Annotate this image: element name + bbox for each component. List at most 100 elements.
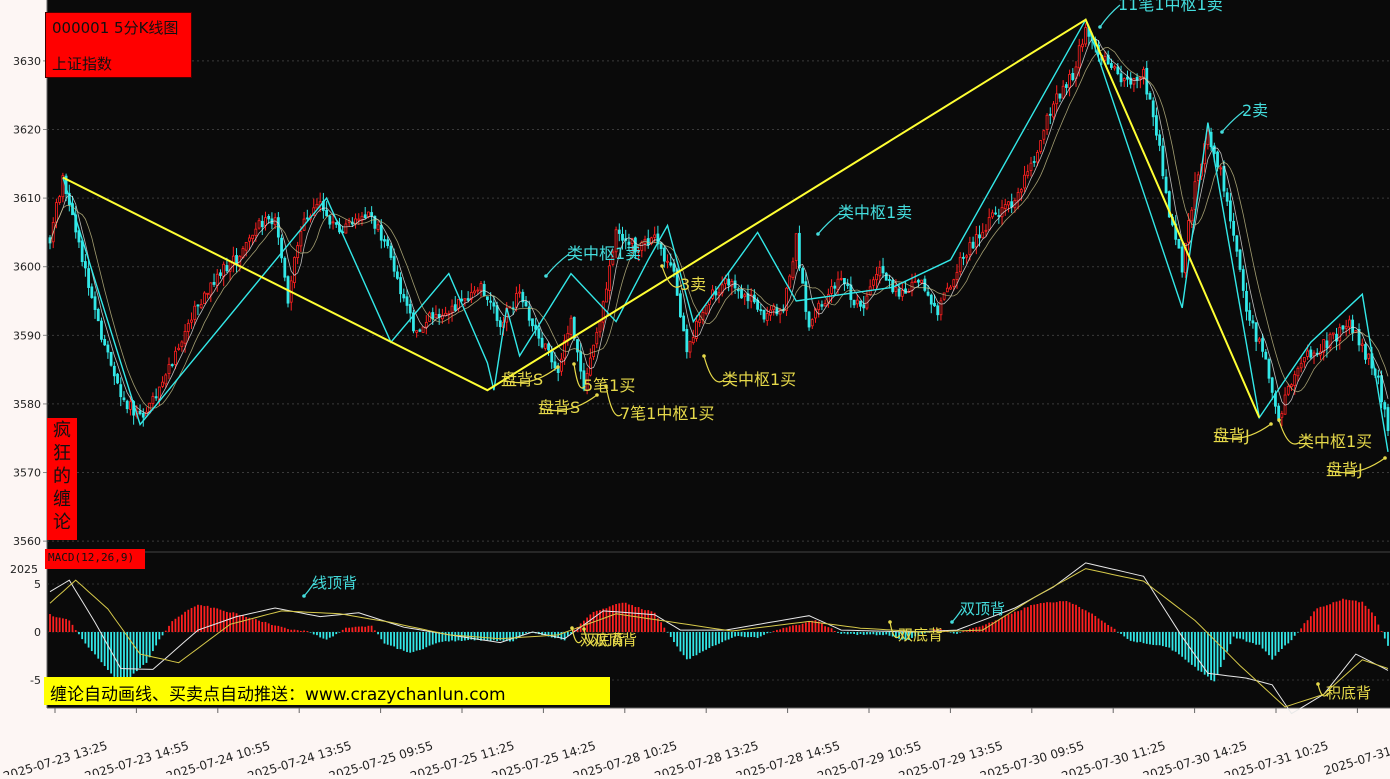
macd-bar-positive [830, 628, 833, 632]
macd-bar-negative [325, 632, 328, 640]
macd-bar-negative [1252, 632, 1254, 644]
candle-down [383, 239, 386, 242]
macd-bar-negative [145, 632, 148, 663]
macd-bar-negative [496, 632, 498, 641]
macd-bar-positive [1033, 604, 1036, 632]
macd-bar-negative [1255, 632, 1258, 645]
candle-up [161, 381, 164, 387]
macd-bar-negative [1129, 632, 1132, 641]
candle-up [1016, 192, 1020, 202]
candle-up [588, 357, 592, 376]
macd-bar-negative [444, 632, 447, 642]
price-tick-label: 3630 [13, 55, 41, 68]
macd-bar-positive [1329, 604, 1331, 632]
macd-bar-negative [322, 632, 325, 639]
candle-down [926, 291, 930, 296]
macd-bar-negative [396, 632, 399, 649]
macd-bar-positive [1068, 602, 1071, 632]
signal-arrow-head [556, 365, 560, 369]
macd-bar-negative [734, 632, 736, 637]
candle-down [807, 311, 811, 328]
candle-up [514, 293, 518, 308]
macd-bar-positive [611, 605, 614, 632]
candle-up [794, 233, 798, 261]
candle-up [1190, 209, 1194, 222]
macd-bar-negative [878, 632, 881, 635]
candle-down [994, 212, 998, 215]
candle-up [1036, 151, 1039, 163]
macd-bar-positive [1091, 613, 1093, 632]
macd-bar-negative [129, 632, 132, 678]
candle-down [267, 215, 271, 220]
macd-bar-positive [1046, 602, 1048, 632]
macd-bar-positive [238, 615, 241, 632]
candle-down [1032, 161, 1036, 163]
macd-bar-positive [1303, 623, 1306, 632]
macd-bar-negative [135, 632, 138, 672]
macd-bar-negative [1258, 632, 1261, 645]
candle-down [682, 315, 686, 332]
candle-down [90, 286, 94, 298]
macd-bar-negative [885, 632, 888, 635]
candle-down [759, 309, 763, 312]
macd-bar-positive [1071, 603, 1074, 632]
macd-bar-negative [711, 632, 714, 647]
macd-bar-negative [718, 632, 720, 644]
macd-bar-positive [177, 616, 180, 632]
macd-bar-negative [763, 632, 765, 635]
candle-down [679, 293, 682, 318]
macd-bar-positive [608, 606, 611, 632]
macd-bar-positive [1367, 608, 1370, 632]
candle-up [1103, 56, 1107, 61]
candle-down [740, 289, 743, 299]
candle-down [888, 278, 891, 281]
candle-down [923, 278, 927, 291]
macd-bar-positive [251, 619, 254, 632]
candle-up [244, 241, 248, 251]
candle-down [1364, 344, 1367, 360]
candle-down [669, 262, 673, 266]
candle-up [595, 331, 599, 345]
candle-down [933, 302, 936, 307]
candle-down [1151, 100, 1155, 118]
macd-bar-negative [843, 632, 846, 634]
macd-bar-negative [1136, 632, 1139, 643]
macd-bar-negative [1277, 632, 1280, 652]
candle-down [402, 294, 406, 299]
macd-bar-positive [261, 621, 264, 632]
brand-char-1: 疯 [53, 420, 71, 441]
macd-bar-positive [370, 625, 373, 632]
candle-down [363, 214, 367, 219]
time-axis: 2025-07-23 13:252025-07-23 14:552025-07-… [2, 708, 1390, 779]
brand-char-2: 狂 [53, 443, 71, 464]
macd-bar-negative [740, 632, 743, 637]
candle-down [1309, 349, 1313, 358]
price-axis: 3560 3570 3580 3590 3600 3610 3620 3630 2025 5 0 -5 [10, 55, 47, 687]
macd-bar-negative [1226, 632, 1229, 652]
macd-bar-negative [1168, 632, 1171, 648]
candle-up [421, 326, 425, 333]
candle-down [408, 304, 412, 314]
candle-up [1306, 350, 1309, 357]
macd-bar-positive [1075, 604, 1077, 632]
candle-down [553, 361, 557, 369]
macd-bar-positive [1110, 626, 1113, 632]
macd-bar-negative [335, 632, 338, 635]
macd-bar-positive [618, 603, 621, 632]
candle-up [1331, 332, 1335, 335]
macd-bar-positive [605, 608, 608, 632]
macd-bar-negative [158, 632, 161, 640]
macd-bar-negative [1242, 632, 1245, 640]
candle-down [305, 217, 309, 220]
brand-vertical-label: 疯 狂 的 缠 论 [47, 418, 77, 540]
candle-down [762, 309, 766, 320]
candle-down [386, 239, 390, 246]
macd-bar-positive [293, 629, 296, 632]
macd-bar-negative [952, 632, 955, 634]
candle-up [367, 211, 370, 218]
macd-title: MACD(12,26,9) [48, 551, 135, 564]
macd-bar-negative [142, 632, 145, 665]
price-tick-label: 3570 [13, 467, 41, 480]
macd-bar-positive [184, 611, 186, 632]
macd-bar-positive [283, 627, 286, 632]
